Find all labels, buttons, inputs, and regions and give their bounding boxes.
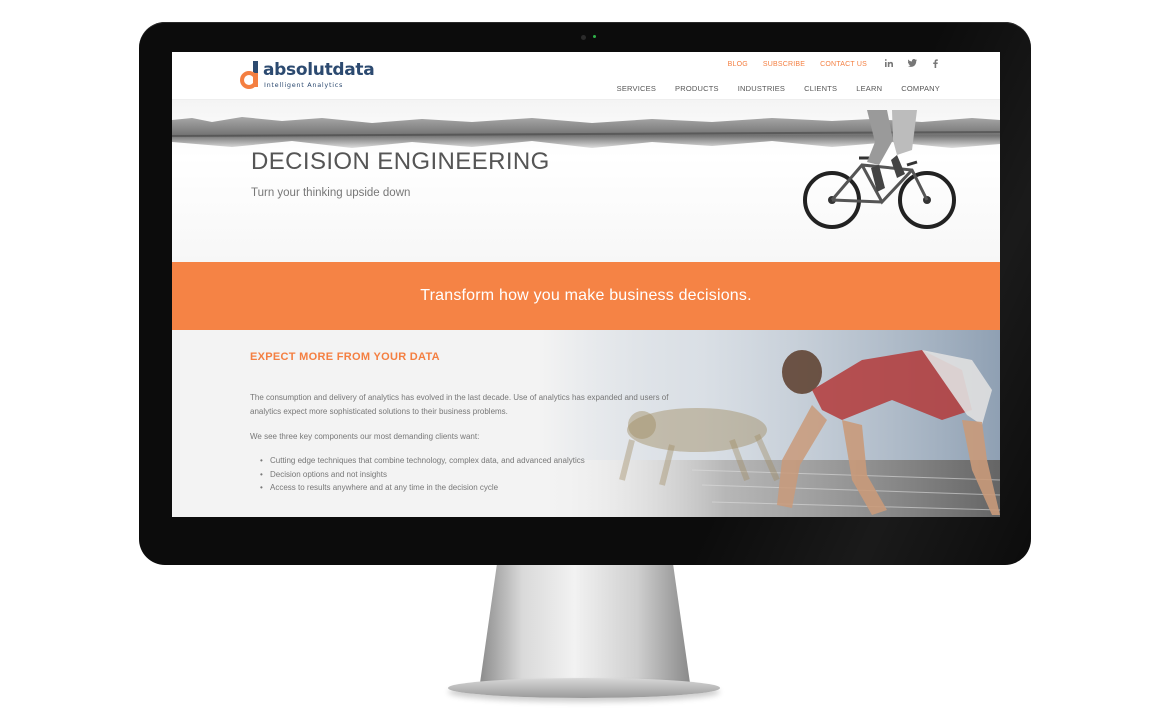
hero-title: DECISION ENGINEERING xyxy=(251,148,550,175)
monitor-base xyxy=(448,678,720,698)
logo[interactable]: absolutdata Intelligent Analytics xyxy=(240,59,375,89)
section-paragraph-1: The consumption and delivery of analytic… xyxy=(250,393,669,416)
site-header: absolutdata Intelligent Analytics BLOG S… xyxy=(172,52,1000,100)
cyclist-image xyxy=(803,110,956,229)
logo-tagline: Intelligent Analytics xyxy=(264,81,344,89)
section-title: EXPECT MORE FROM YOUR DATA xyxy=(250,351,440,363)
twitter-icon[interactable] xyxy=(907,58,917,68)
monitor-stand xyxy=(480,565,690,683)
linkedin-icon[interactable] xyxy=(884,58,894,68)
components-list: Cutting edge techniques that combine tec… xyxy=(260,454,585,495)
facebook-icon[interactable] xyxy=(930,58,940,68)
list-item: Cutting edge techniques that combine tec… xyxy=(260,454,585,468)
section-paragraph-2: We see three key components our most dem… xyxy=(250,432,480,441)
main-nav: SERVICES PRODUCTS INDUSTRIES CLIENTS LEA… xyxy=(617,84,940,93)
social-links xyxy=(884,58,940,68)
nav-services[interactable]: SERVICES xyxy=(617,84,656,93)
webcam-led xyxy=(593,35,596,38)
cta-band-text: Transform how you make business decision… xyxy=(420,287,752,304)
nav-products[interactable]: PRODUCTS xyxy=(675,84,719,93)
list-item: Access to results anywhere and at any ti… xyxy=(260,481,585,495)
logo-wordmark: absolutdata xyxy=(263,60,375,80)
expect-more-section: EXPECT MORE FROM YOUR DATA The consumpti… xyxy=(172,330,1000,517)
website-screen: absolutdata Intelligent Analytics BLOG S… xyxy=(172,52,1000,517)
logo-mark-icon xyxy=(240,61,258,89)
nav-industries[interactable]: INDUSTRIES xyxy=(738,84,785,93)
athlete-cheetah-image xyxy=(542,330,1000,517)
list-item: Decision options and not insights xyxy=(260,468,585,482)
nav-learn[interactable]: LEARN xyxy=(856,84,882,93)
webcam xyxy=(581,35,586,40)
contact-us-link[interactable]: CONTACT US xyxy=(820,61,867,68)
utility-nav: BLOG SUBSCRIBE CONTACT US xyxy=(728,61,867,68)
cta-band: Transform how you make business decision… xyxy=(172,262,1000,330)
hero-banner: DECISION ENGINEERING Turn your thinking … xyxy=(172,100,1000,262)
nav-clients[interactable]: CLIENTS xyxy=(804,84,837,93)
blog-link[interactable]: BLOG xyxy=(728,61,748,68)
nav-company[interactable]: COMPANY xyxy=(901,84,940,93)
subscribe-link[interactable]: SUBSCRIBE xyxy=(763,61,805,68)
hero-subtitle: Turn your thinking upside down xyxy=(251,187,411,199)
